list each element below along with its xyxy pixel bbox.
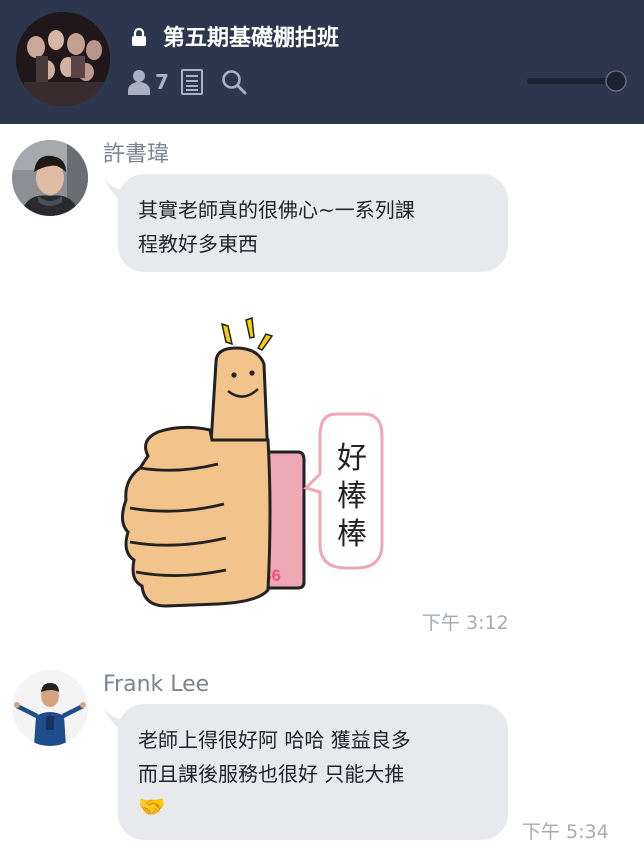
message-text: 老師上得很好阿 哈哈 獲益良多 bbox=[138, 728, 411, 752]
sticker-caption: 棒 bbox=[337, 479, 367, 514]
chat-header: 第五期基礎棚拍班 7 bbox=[0, 0, 644, 124]
message-bubble[interactable]: 老師上得很好阿 哈哈 獲益良多 而且課後服務也很好 只能大推 🤝 bbox=[118, 704, 508, 840]
search-icon[interactable] bbox=[221, 69, 247, 95]
chat-title: 第五期基礎棚拍班 bbox=[163, 26, 340, 51]
sender-name: 許書瑋 bbox=[103, 142, 170, 167]
lock-icon bbox=[132, 28, 146, 46]
sender-name: Frank Lee bbox=[103, 672, 210, 697]
group-avatar[interactable] bbox=[16, 12, 110, 106]
message-timestamp: 下午 5:34 bbox=[522, 821, 609, 843]
notes-icon[interactable] bbox=[180, 69, 203, 95]
message-text: 而且課後服務也很好 只能大推 bbox=[138, 762, 405, 786]
sticker-caption: 棒 bbox=[337, 517, 367, 552]
volume-slider[interactable] bbox=[527, 70, 627, 92]
message-timestamp: 下午 3:12 bbox=[422, 612, 509, 634]
thumbs-up-sticker[interactable]: 86 好 棒 棒 bbox=[118, 290, 408, 630]
member-icon[interactable] bbox=[127, 69, 151, 95]
message-bubble[interactable]: 其實老師真的很佛心~一系列課 程教好多東西 bbox=[118, 174, 508, 272]
sticker-caption: 好 bbox=[337, 441, 367, 476]
user-avatar[interactable] bbox=[12, 140, 88, 216]
message-text: 其實老師真的很佛心~一系列課 bbox=[138, 198, 415, 222]
handshake-emoji: 🤝 bbox=[138, 795, 166, 820]
message-text: 程教好多東西 bbox=[138, 232, 258, 256]
member-count[interactable]: 7 bbox=[155, 70, 169, 94]
user-avatar[interactable] bbox=[12, 670, 88, 746]
